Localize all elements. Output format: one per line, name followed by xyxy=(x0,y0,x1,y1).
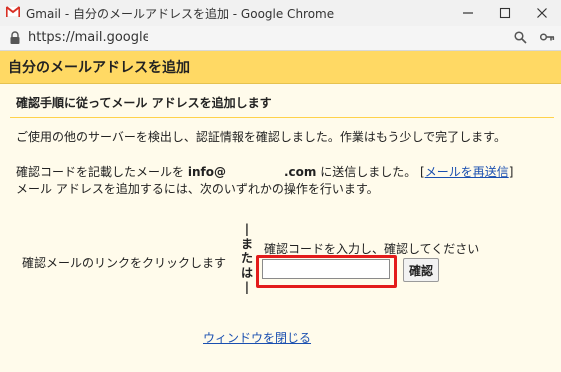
or-char: ま xyxy=(240,236,253,251)
url-redaction xyxy=(148,28,518,48)
page-title: 自分のメールアドレスを追加 xyxy=(8,60,190,76)
or-char: は xyxy=(240,265,253,280)
minimize-icon xyxy=(463,12,473,14)
close-icon xyxy=(537,8,547,18)
lock-icon xyxy=(10,31,20,44)
verification-code-input[interactable] xyxy=(262,259,390,279)
search-icon[interactable] xyxy=(514,31,527,44)
or-bar-bottom: | xyxy=(244,280,250,294)
email-end: .com xyxy=(283,165,317,179)
maximize-icon xyxy=(499,7,511,19)
close-window-link[interactable]: ウィンドウを閉じる xyxy=(203,329,311,346)
or-char: た xyxy=(240,251,253,265)
subheading: 確認手順に従ってメール アドレスを追加します xyxy=(16,96,272,110)
maximize-button[interactable] xyxy=(487,0,523,26)
gmail-icon xyxy=(6,6,20,17)
email-start: info@ xyxy=(187,165,226,179)
sent-prefix: 確認コードを記載したメールを xyxy=(16,165,188,179)
sent-suffix: に送信しました。 [ xyxy=(316,165,425,179)
or-separator: | ま た は | xyxy=(240,222,254,295)
resend-link[interactable]: メールを再送信 xyxy=(425,165,509,179)
key-icon[interactable] xyxy=(540,32,555,42)
main-content: 確認手順に従ってメール アドレスを追加します ご使用の他のサーバーを検出し、認証… xyxy=(0,84,561,372)
page-header: 自分のメールアドレスを追加 xyxy=(0,51,561,84)
window-title: Gmail - 自分のメールアドレスを追加 - Google Chrome xyxy=(26,7,335,21)
window-titlebar: Gmail - 自分のメールアドレスを追加 - Google Chrome xyxy=(0,0,561,26)
confirm-button[interactable]: 確認 xyxy=(403,258,439,282)
minimize-button[interactable] xyxy=(450,0,486,26)
url-text[interactable]: https://mail.google.c xyxy=(28,30,162,45)
sent-notice: 確認コードを記載したメールを info@ .com に送信しました。 [メールを再… xyxy=(16,163,513,180)
divider xyxy=(10,117,554,118)
email-redaction xyxy=(225,166,284,179)
resend-bracket: ] xyxy=(508,165,514,179)
click-link-option: 確認メールのリンクをクリックします xyxy=(22,256,227,270)
or-bar-top: | xyxy=(244,222,250,236)
instruction-text: メール アドレスを追加するには、次のいずれかの操作を行います。 xyxy=(16,182,379,196)
close-window-button[interactable] xyxy=(524,0,560,26)
intro-text: ご使用の他のサーバーを検出し、認証情報を確認しました。作業はもう少しで完了します… xyxy=(16,130,506,144)
address-bar[interactable]: https://mail.google.c xyxy=(0,26,561,51)
